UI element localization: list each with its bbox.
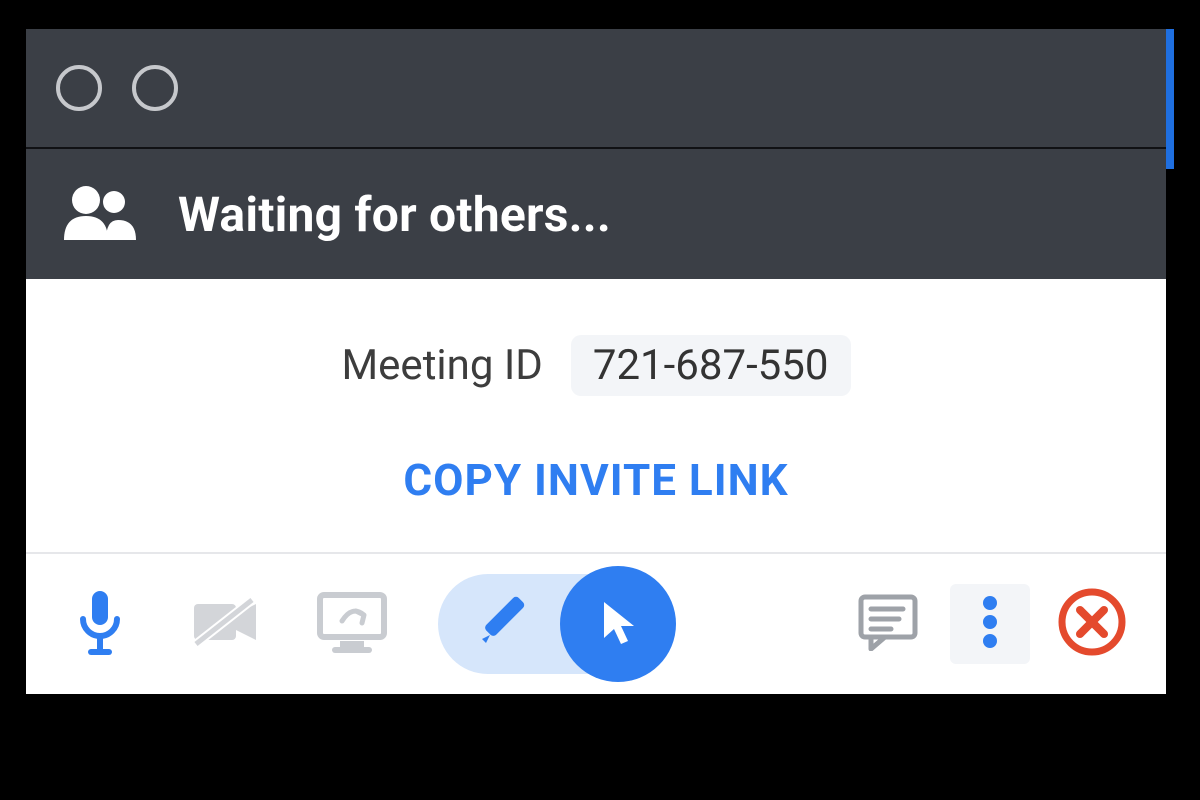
- more-options-button[interactable]: [950, 584, 1030, 664]
- toolbar-right: [848, 584, 1132, 664]
- share-screen-icon: [316, 591, 388, 657]
- window-control-close[interactable]: [56, 65, 102, 111]
- status-text: Waiting for others...: [178, 186, 611, 243]
- pen-icon: [472, 595, 526, 653]
- camera-button[interactable]: [186, 584, 266, 664]
- camera-off-icon: [190, 594, 262, 654]
- microphone-button[interactable]: [60, 584, 140, 664]
- window-titlebar: [26, 29, 1166, 149]
- chat-icon: [857, 593, 919, 655]
- window-edge-accent: [1166, 29, 1174, 169]
- annotation-mode-toggle[interactable]: [438, 574, 668, 674]
- meeting-info: Meeting ID 721-687-550 COPY INVITE LINK: [26, 279, 1166, 552]
- window-control-minimize[interactable]: [132, 65, 178, 111]
- meeting-panel: Waiting for others... Meeting ID 721-687…: [26, 29, 1166, 694]
- chat-button[interactable]: [848, 584, 928, 664]
- cursor-icon: [590, 594, 646, 654]
- toolbar: [26, 552, 1166, 694]
- toolbar-left: [60, 574, 668, 674]
- meeting-id-row: Meeting ID 721-687-550: [26, 335, 1166, 396]
- app-frame: Waiting for others... Meeting ID 721-687…: [26, 29, 1174, 771]
- end-meeting-button[interactable]: [1052, 584, 1132, 664]
- microphone-icon: [75, 589, 125, 659]
- status-bar: Waiting for others...: [26, 149, 1166, 279]
- close-circle-icon: [1057, 587, 1127, 661]
- share-screen-button[interactable]: [312, 584, 392, 664]
- cursor-mode[interactable]: [560, 566, 676, 682]
- more-vertical-icon: [981, 593, 999, 655]
- pen-mode[interactable]: [438, 595, 560, 653]
- people-icon: [60, 182, 144, 246]
- copy-invite-link-button[interactable]: COPY INVITE LINK: [403, 454, 788, 506]
- meeting-id-value[interactable]: 721-687-550: [571, 335, 851, 396]
- meeting-id-label: Meeting ID: [341, 341, 542, 390]
